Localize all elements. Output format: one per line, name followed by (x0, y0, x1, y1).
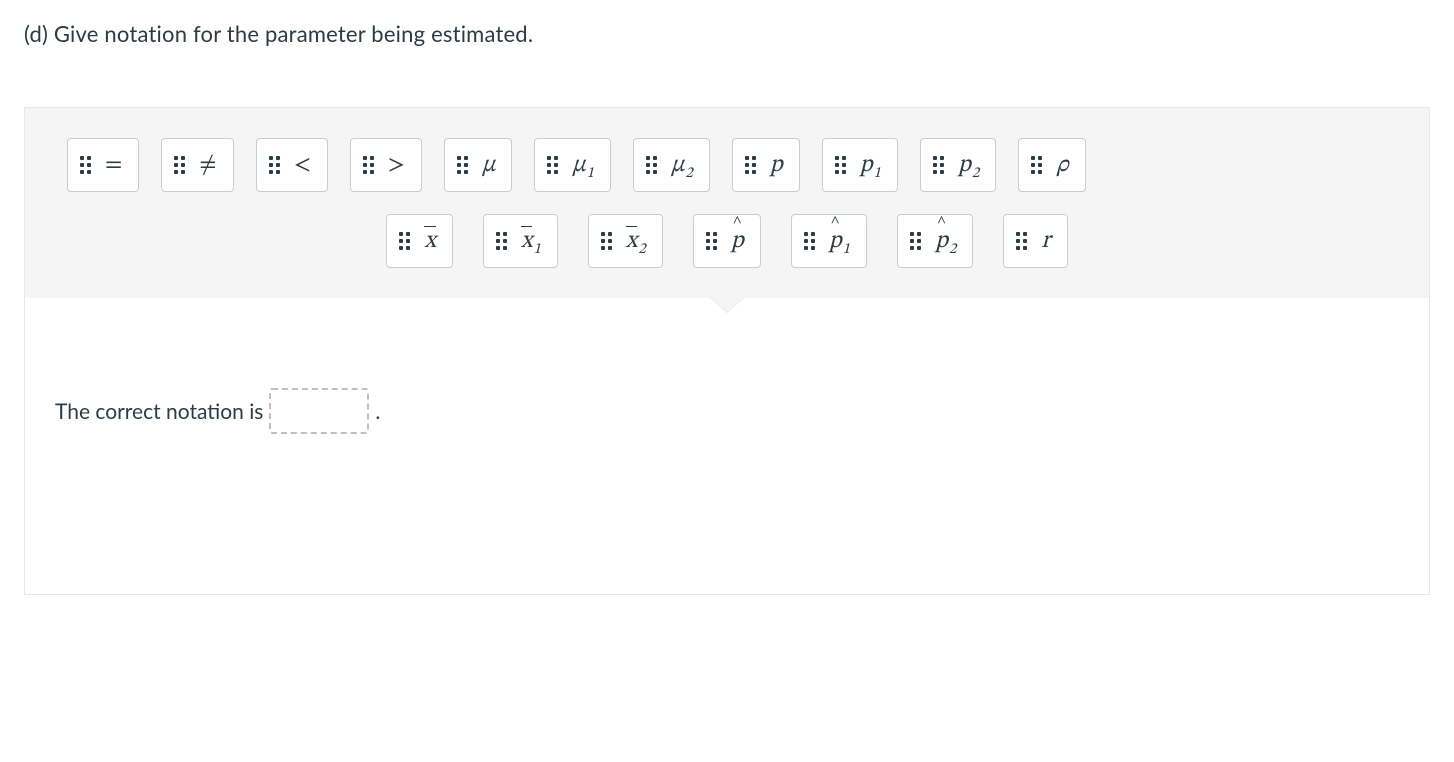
token-symbol: p1 (829, 229, 850, 253)
token-symbol: < (294, 153, 311, 177)
token-symbol: x1 (521, 229, 541, 253)
drag-grip-icon (646, 156, 657, 174)
drag-grip-icon (363, 156, 374, 174)
token-neq[interactable]: ≠ (161, 138, 233, 192)
token-symbol: p (770, 153, 783, 177)
drag-grip-icon (804, 232, 815, 250)
token-p2[interactable]: p2 (920, 138, 996, 192)
token-mu1[interactable]: μ1 (534, 138, 611, 192)
drag-grip-icon (706, 232, 717, 250)
token-mu2[interactable]: μ2 (633, 138, 710, 192)
token-symbol: r (1041, 229, 1050, 253)
drag-drop-panel: = ≠ < > μ μ1 μ2 p p1 p2 ρ x x1 x2 p p1 p2 r The correct … (24, 107, 1430, 595)
token-symbol: p1 (860, 153, 881, 177)
token-symbol: μ (482, 153, 495, 177)
drag-grip-icon (174, 156, 185, 174)
token-row-1: = ≠ < > μ μ1 μ2 p p1 p2 ρ (67, 138, 1387, 192)
drag-grip-icon (835, 156, 846, 174)
answer-prefix: The correct notation is (55, 399, 263, 424)
drag-grip-icon (601, 232, 612, 250)
pool-arrow-icon (709, 296, 745, 312)
token-rho[interactable]: ρ (1018, 138, 1085, 192)
token-phat[interactable]: p (693, 214, 761, 268)
token-symbol: p (731, 229, 744, 253)
token-symbol: x2 (626, 229, 646, 253)
drag-grip-icon (457, 156, 468, 174)
token-symbol: ≠ (199, 153, 216, 177)
token-gt[interactable]: > (350, 138, 422, 192)
token-xbar2[interactable]: x2 (588, 214, 663, 268)
token-lt[interactable]: < (256, 138, 328, 192)
token-symbol: μ1 (572, 153, 594, 177)
drag-grip-icon (933, 156, 944, 174)
question-text: (d) Give notation for the parameter bein… (24, 20, 1430, 47)
drag-grip-icon (80, 156, 91, 174)
drag-grip-icon (1016, 232, 1027, 250)
token-symbol: p2 (935, 229, 956, 253)
token-r[interactable]: r (1003, 214, 1067, 268)
drag-grip-icon (910, 232, 921, 250)
token-mu[interactable]: μ (444, 138, 512, 192)
token-symbol: > (388, 153, 405, 177)
token-symbol: p2 (958, 153, 979, 177)
token-xbar1[interactable]: x1 (483, 214, 558, 268)
answer-suffix: . (375, 399, 380, 424)
drag-grip-icon (745, 156, 756, 174)
token-row-2: x x1 x2 p p1 p2 r (67, 214, 1387, 268)
token-symbol: = (105, 153, 122, 177)
answer-dropzone[interactable] (269, 388, 369, 434)
token-symbol: ρ (1056, 153, 1068, 177)
token-phat1[interactable]: p1 (791, 214, 867, 268)
token-phat2[interactable]: p2 (897, 214, 973, 268)
drag-grip-icon (547, 156, 558, 174)
token-eq[interactable]: = (67, 138, 139, 192)
drag-grip-icon (1031, 156, 1042, 174)
drag-grip-icon (269, 156, 280, 174)
token-pool: = ≠ < > μ μ1 μ2 p p1 p2 ρ x x1 x2 p p1 p2 r (25, 108, 1429, 298)
token-xbar[interactable]: x (386, 214, 453, 268)
drag-grip-icon (399, 232, 410, 250)
token-p1[interactable]: p1 (822, 138, 898, 192)
token-symbol: x (424, 229, 436, 253)
token-p[interactable]: p (732, 138, 800, 192)
token-symbol: μ2 (671, 153, 693, 177)
answer-area: The correct notation is . (25, 298, 1429, 594)
drag-grip-icon (496, 232, 507, 250)
